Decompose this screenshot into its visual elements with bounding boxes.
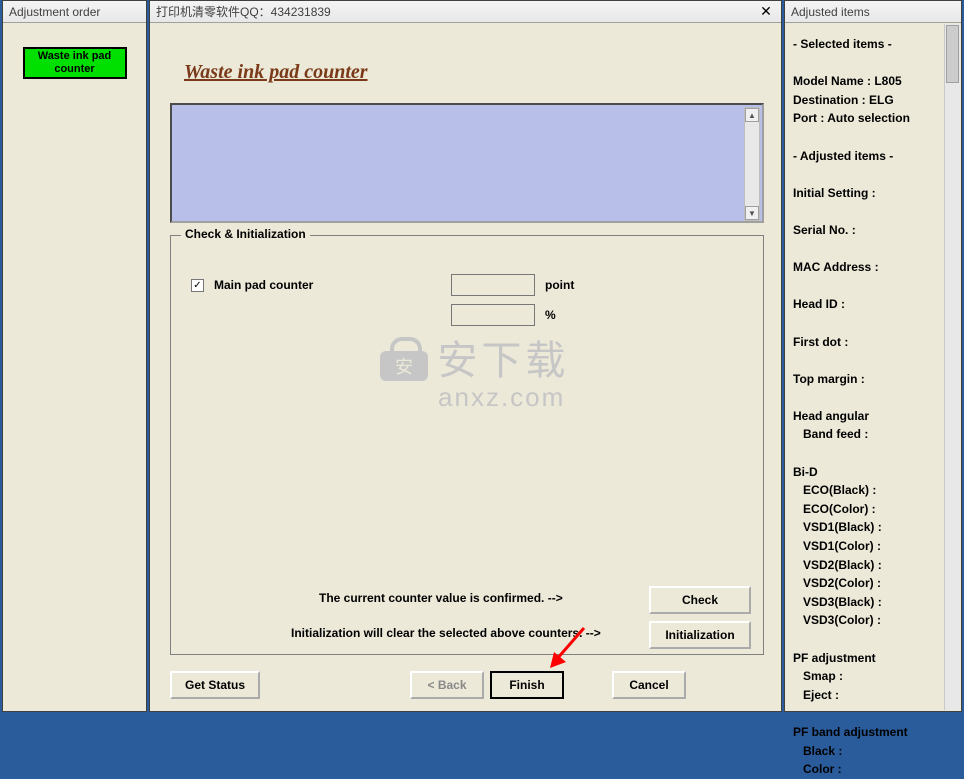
pf-adjustment: PF adjustment — [793, 649, 955, 668]
vsd1-black: VSD1(Black) : — [793, 518, 955, 537]
scrollbar-thumb[interactable] — [946, 25, 959, 83]
vsd2-black: VSD2(Black) : — [793, 556, 955, 575]
adjustment-order-title: Adjustment order — [9, 5, 100, 19]
scroll-down-icon[interactable]: ▼ — [745, 206, 759, 220]
finish-button[interactable]: Finish — [490, 671, 564, 699]
cancel-button[interactable]: Cancel — [612, 671, 686, 699]
page-title: Waste ink pad counter — [184, 61, 368, 84]
first-dot: First dot : — [793, 333, 955, 352]
unit-point: point — [545, 278, 574, 292]
main-pad-label: Main pad counter — [214, 278, 313, 292]
scroll-up-icon[interactable]: ▲ — [745, 108, 759, 122]
waste-ink-pad-counter-nav-label: Waste ink pad counter — [25, 50, 125, 75]
adjusted-items-titlebar: Adjusted items — [785, 1, 961, 23]
main-body: Waste ink pad counter ▲ ▼ Check & Initia… — [150, 23, 781, 711]
bi-d: Bi-D — [793, 463, 955, 482]
back-button: < Back — [410, 671, 484, 699]
pf-band-color: Color : — [793, 760, 955, 779]
confirm-text: The current counter value is confirmed. … — [319, 591, 563, 605]
vsd1-color: VSD1(Color) : — [793, 537, 955, 556]
adjusted-header: - Adjusted items - — [793, 147, 955, 166]
pf-band-adjustment: PF band adjustment — [793, 723, 955, 742]
vsd3-color: VSD3(Color) : — [793, 611, 955, 630]
waste-ink-pad-counter-nav-button[interactable]: Waste ink pad counter — [23, 47, 127, 79]
top-margin: Top margin : — [793, 370, 955, 389]
group-legend: Check & Initialization — [181, 227, 310, 241]
port: Port : Auto selection — [793, 109, 955, 128]
selected-header: - Selected items - — [793, 35, 955, 54]
main-pad-point-field — [451, 274, 535, 296]
main-pad-point-row: point — [451, 274, 574, 296]
eco-black: ECO(Black) : — [793, 481, 955, 500]
init-text: Initialization will clear the selected a… — [291, 626, 601, 640]
initialization-button[interactable]: Initialization — [649, 621, 751, 649]
log-scrollbar[interactable]: ▲ ▼ — [744, 107, 760, 221]
check-button[interactable]: Check — [649, 586, 751, 614]
band-feed: Band feed : — [793, 425, 955, 444]
get-status-button[interactable]: Get Status — [170, 671, 260, 699]
eject: Eject : — [793, 686, 955, 705]
vsd3-black: VSD3(Black) : — [793, 593, 955, 612]
eco-color: ECO(Color) : — [793, 500, 955, 519]
adjustment-order-panel: Adjustment order Waste ink pad counter — [2, 0, 147, 712]
model-name: Model Name : L805 — [793, 72, 955, 91]
head-id: Head ID : — [793, 295, 955, 314]
main-pad-percent-row: % — [451, 304, 556, 326]
mac-address: MAC Address : — [793, 258, 955, 277]
main-window-title: 打印机清零软件QQ：434231839 — [156, 3, 331, 20]
main-pad-counter-row: ✓ Main pad counter — [191, 278, 313, 292]
main-titlebar: 打印机清零软件QQ：434231839 ✕ — [150, 1, 781, 23]
check-initialization-group: Check & Initialization ✓ Main pad counte… — [170, 235, 764, 655]
pf-band-black: Black : — [793, 742, 955, 761]
adjusted-items-panel: Adjusted items - Selected items - Model … — [784, 0, 962, 712]
head-angular: Head angular — [793, 407, 955, 426]
main-panel: 打印机清零软件QQ：434231839 ✕ Waste ink pad coun… — [149, 0, 782, 712]
unit-percent: % — [545, 308, 556, 322]
smap: Smap : — [793, 667, 955, 686]
initial-setting: Initial Setting : — [793, 184, 955, 203]
main-pad-percent-field — [451, 304, 535, 326]
adjustment-order-titlebar: Adjustment order — [3, 1, 146, 23]
adjusted-items-body: - Selected items - Model Name : L805 Des… — [785, 23, 961, 711]
vsd2-color: VSD2(Color) : — [793, 574, 955, 593]
destination: Destination : ELG — [793, 91, 955, 110]
log-textarea[interactable]: ▲ ▼ — [170, 103, 764, 223]
main-pad-checkbox[interactable]: ✓ — [191, 279, 204, 292]
adjusted-items-scrollbar[interactable] — [944, 24, 960, 710]
serial-no: Serial No. : — [793, 221, 955, 240]
close-icon[interactable]: ✕ — [757, 4, 775, 20]
adjusted-items-title: Adjusted items — [791, 5, 870, 19]
